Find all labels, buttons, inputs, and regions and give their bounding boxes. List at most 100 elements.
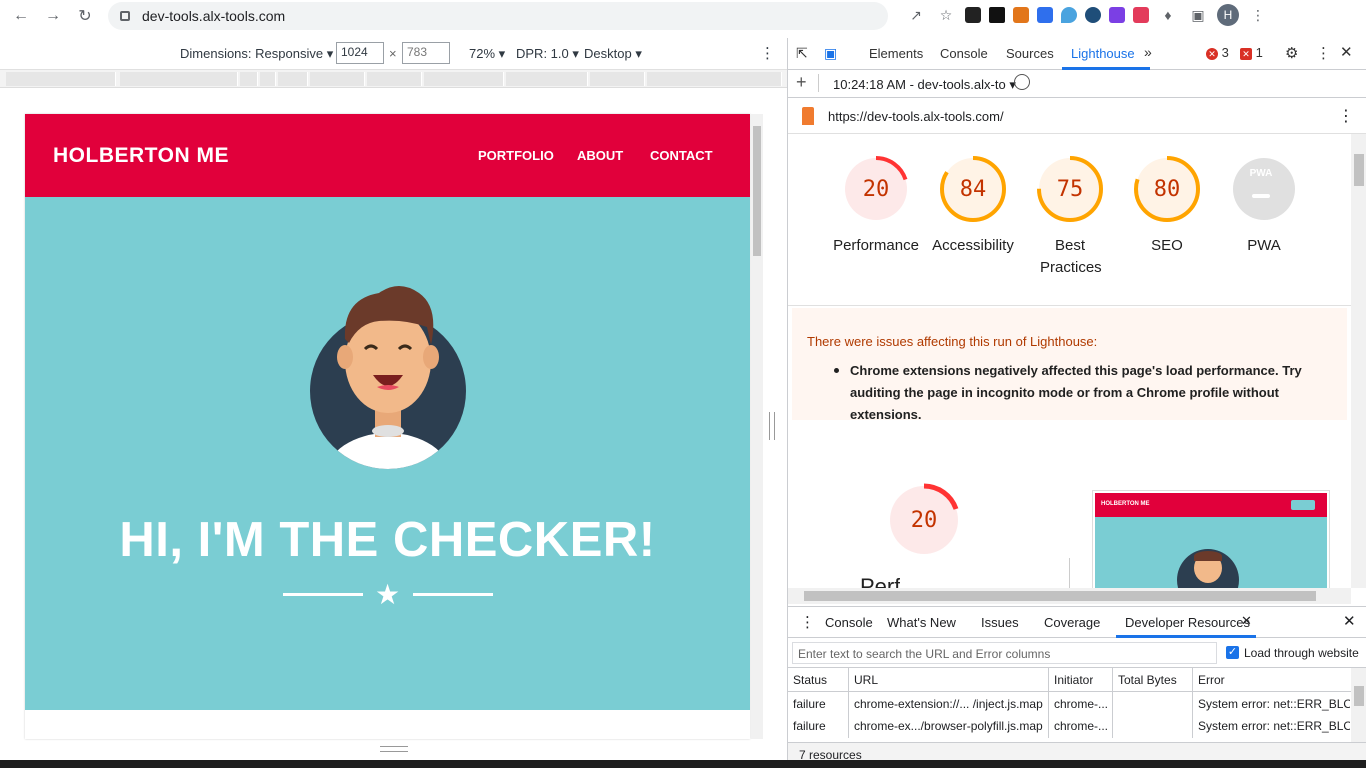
times-sign: × xyxy=(389,46,397,61)
viewport-resize-handle-right[interactable] xyxy=(769,412,775,440)
more-menu-icon[interactable]: ⋮ xyxy=(1247,4,1269,26)
width-input[interactable]: 1024 xyxy=(336,42,384,64)
warning-title: There were issues affecting this run of … xyxy=(807,334,1098,349)
profile-avatar[interactable]: H xyxy=(1217,4,1239,26)
os-taskbar xyxy=(0,760,1366,768)
row-status: failure xyxy=(793,719,826,733)
star-icon: ★ xyxy=(375,579,401,610)
gauge-best-practices-value: 75 xyxy=(1056,176,1084,202)
lighthouse-logo-icon xyxy=(802,107,814,125)
error-counter[interactable]: ✕ 3 xyxy=(1206,45,1229,60)
drawer-tab-developer-resources[interactable]: Developer Resources xyxy=(1125,615,1250,630)
pwa-badge-icon: PWA xyxy=(1249,168,1273,179)
tab-elements[interactable]: Elements xyxy=(869,46,923,61)
close-devtools-icon[interactable]: ✕ xyxy=(1340,43,1353,61)
drawer-menu-icon[interactable]: ⋮ xyxy=(800,613,815,631)
pocket-extension-icon[interactable] xyxy=(1133,7,1149,23)
side-panel-icon[interactable]: ▣ xyxy=(1187,4,1209,26)
drawer-tab-coverage[interactable]: Coverage xyxy=(1044,615,1100,630)
device-more-icon[interactable]: ⋮ xyxy=(760,44,775,62)
drawer-tabbar: ⋮ Console What's New Issues Coverage Dev… xyxy=(788,606,1366,638)
close-drawer-icon[interactable]: ✕ xyxy=(1343,612,1356,630)
nav-contact[interactable]: CONTACT xyxy=(650,148,713,163)
camera-extension-icon[interactable] xyxy=(989,7,1005,23)
height-input[interactable]: 783 xyxy=(402,42,450,64)
site-header: HOLBERTON ME PORTFOLIO ABOUT CONTACT xyxy=(25,114,750,197)
devtools-tabbar: ⇱ ▣ Elements Console Sources Lighthouse … xyxy=(788,38,1366,70)
gauge-performance-label[interactable]: Performance xyxy=(826,235,926,257)
forward-arrow-icon[interactable]: → xyxy=(42,5,64,27)
star-bookmark-icon[interactable]: ☆ xyxy=(935,4,957,26)
tab-console[interactable]: Console xyxy=(940,46,988,61)
v-extension-icon[interactable] xyxy=(1085,7,1101,23)
back-arrow-icon[interactable]: ← xyxy=(10,5,32,27)
device-type-dropdown[interactable]: Desktop ▾ xyxy=(584,46,642,62)
table-row[interactable]: failure chrome-ex.../browser-polyfill.js… xyxy=(788,716,1351,738)
dpr-dropdown[interactable]: DPR: 1.0 ▾ xyxy=(516,46,579,62)
close-tab-icon[interactable]: ✕ xyxy=(1241,613,1252,629)
report-scrollbar[interactable] xyxy=(1351,134,1366,588)
url-error-search-input[interactable]: Enter text to search the URL and Error c… xyxy=(792,642,1217,664)
gauge-seo-label[interactable]: SEO xyxy=(1117,235,1217,257)
viewport-resize-handle-bottom[interactable] xyxy=(380,746,408,752)
report-horizontal-scrollbar[interactable] xyxy=(788,588,1351,604)
report-menu-icon[interactable]: ⋮ xyxy=(1338,106,1354,126)
gauge-pwa-label[interactable]: PWA xyxy=(1214,235,1314,257)
drawer-tab-whats-new[interactable]: What's New xyxy=(887,615,956,630)
inspect-element-icon[interactable]: ⇱ xyxy=(796,45,808,62)
devtools-panel: ⇱ ▣ Elements Console Sources Lighthouse … xyxy=(787,38,1366,764)
drop-extension-icon[interactable] xyxy=(1061,7,1077,23)
row-error: System error: net::ERR_BLO... xyxy=(1198,719,1350,733)
devtools-more-icon[interactable]: ⋮ xyxy=(1316,44,1331,62)
gauge-accessibility-value: 84 xyxy=(959,176,987,202)
lighthouse-report: 20 84 75 80 PWA Performance Accessibilit… xyxy=(788,134,1351,588)
report-selector[interactable]: 10:24:18 AM - dev-tools.alx-to ▾ xyxy=(833,77,1016,93)
divider-line-right xyxy=(413,593,493,596)
drawer-tab-issues[interactable]: Issues xyxy=(981,615,1019,630)
nav-about[interactable]: ABOUT xyxy=(577,148,623,163)
puzzle-extensions-icon[interactable]: ♦ xyxy=(1157,4,1179,26)
share-icon[interactable]: ↗ xyxy=(905,4,927,26)
big-performance-label: Perf xyxy=(860,574,901,588)
tab-sources[interactable]: Sources xyxy=(1006,46,1054,61)
site-logo[interactable]: HOLBERTON ME xyxy=(53,144,229,168)
row-initiator: chrome-... xyxy=(1054,719,1109,733)
zoom-dropdown[interactable]: 72% ▾ xyxy=(469,46,505,62)
nav-portfolio[interactable]: PORTFOLIO xyxy=(478,148,554,163)
row-initiator: chrome-... xyxy=(1054,697,1109,711)
emulated-page: HOLBERTON ME PORTFOLIO ABOUT CONTACT HI,… xyxy=(25,114,750,739)
gauge-seo-value: 80 xyxy=(1153,176,1181,202)
tab-lighthouse[interactable]: Lighthouse xyxy=(1071,46,1135,61)
device-toggle-icon[interactable]: ▣ xyxy=(824,45,837,62)
gauge-accessibility-label[interactable]: Accessibility xyxy=(923,235,1023,257)
clear-reports-icon[interactable] xyxy=(1014,74,1030,90)
issues-counter[interactable]: ✕ 1 xyxy=(1240,45,1263,60)
settings-gear-icon[interactable]: ⚙ xyxy=(1285,44,1298,62)
hero-section: HI, I'M THE CHECKER! ★ xyxy=(25,197,750,710)
warning-bullet xyxy=(834,368,839,373)
gauge-best-practices-label[interactable]: Best Practices xyxy=(1020,235,1120,279)
reload-icon[interactable]: ↻ xyxy=(74,5,96,27)
table-row[interactable]: failure chrome-extension://... /inject.j… xyxy=(788,694,1351,716)
load-through-website-checkbox[interactable]: ✓ xyxy=(1226,646,1239,659)
address-bar[interactable]: dev-tools.alx-tools.com xyxy=(108,2,888,30)
drawer-tab-console[interactable]: Console xyxy=(825,615,873,630)
address-url: dev-tools.alx-tools.com xyxy=(142,8,286,24)
new-report-plus-icon[interactable]: + xyxy=(796,72,807,93)
more-tabs-icon[interactable]: » xyxy=(1144,44,1152,60)
metamask-fox-icon[interactable] xyxy=(1013,7,1029,23)
extension-icon[interactable] xyxy=(965,7,981,23)
lighthouse-url-bar: https://dev-tools.alx-tools.com/ ⋮ xyxy=(788,98,1366,134)
page-screenshot-thumbnail[interactable]: HOLBERTON ME xyxy=(1092,490,1330,588)
dimensions-dropdown[interactable]: Dimensions: Responsive ▾ xyxy=(180,46,333,62)
purple-extension-icon[interactable] xyxy=(1109,7,1125,23)
gauge-performance-value: 20 xyxy=(862,176,890,202)
big-performance-value: 20 xyxy=(910,507,938,533)
k-extension-icon[interactable] xyxy=(1037,7,1053,23)
page-scrollbar[interactable] xyxy=(751,114,763,739)
resources-scrollbar[interactable] xyxy=(1351,668,1366,742)
lighthouse-report-bar: + 10:24:18 AM - dev-tools.alx-to ▾ xyxy=(788,70,1366,98)
media-query-ruler xyxy=(0,70,787,88)
row-status: failure xyxy=(793,697,826,711)
report-url[interactable]: https://dev-tools.alx-tools.com/ xyxy=(828,109,1004,124)
